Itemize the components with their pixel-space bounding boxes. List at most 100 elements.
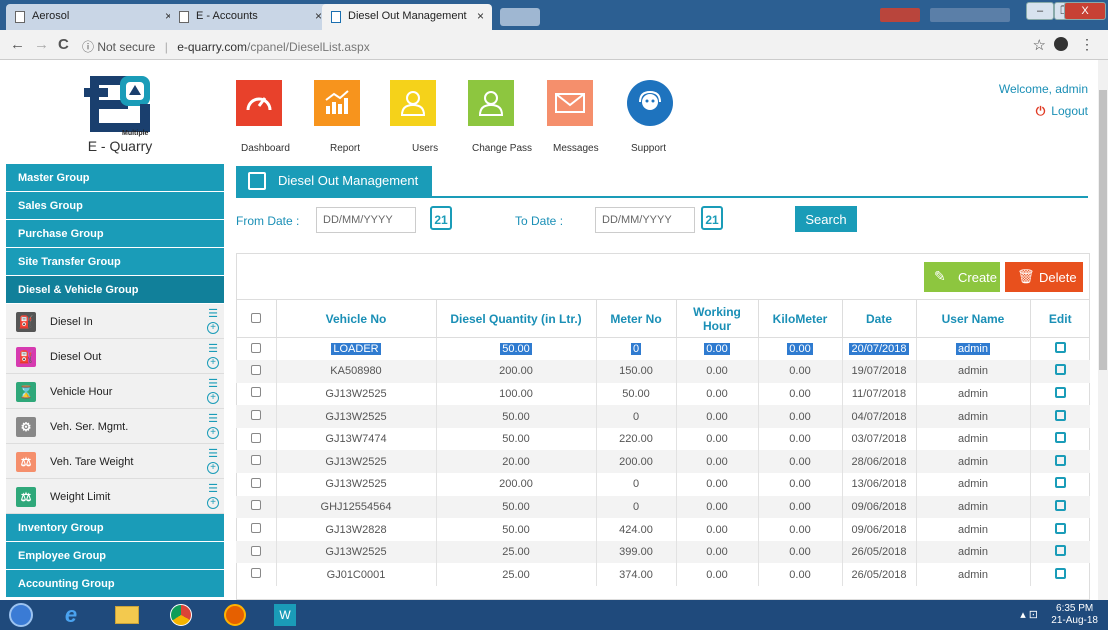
reload-button[interactable]: C <box>58 36 69 53</box>
list-icon[interactable]: ☰ <box>208 482 218 495</box>
table-row[interactable]: GJ13W7474 50.00 220.00 0.00 0.00 03/07/2018 ad… <box>236 427 1090 451</box>
tab-diesel-out[interactable]: Diesel Out Management × <box>322 4 492 30</box>
table-row[interactable]: GJ01C0001 25.00 374.00 0.00 0.00 26/05/2018 ad… <box>236 563 1090 587</box>
sidebar-item-diesel-out[interactable]: ⛽ Diesel Out ☰ + <box>6 339 224 374</box>
edit-icon[interactable] <box>1054 567 1066 579</box>
support-button[interactable] <box>627 80 673 126</box>
tab-e-accounts[interactable]: E - Accounts × <box>170 4 330 30</box>
users-button[interactable] <box>390 80 436 126</box>
row-checkbox[interactable] <box>250 568 261 579</box>
sidebar-item-veh-ser-mgmt[interactable]: ⚙ Veh. Ser. Mgmt. ☰ + <box>6 409 224 444</box>
file-explorer-icon[interactable] <box>104 601 150 629</box>
browser-menu-icon[interactable]: ⋮ <box>1080 36 1094 53</box>
sidebar-group-inventory[interactable]: Inventory Group <box>6 514 224 542</box>
close-icon[interactable]: × <box>477 9 484 23</box>
sidebar-item-veh-tare-weight[interactable]: ⚖ Veh. Tare Weight ☰ + <box>6 444 224 479</box>
add-icon[interactable]: + <box>207 462 219 474</box>
table-row[interactable]: GJ13W2828 50.00 424.00 0.00 0.00 09/06/2018 ad… <box>236 518 1090 541</box>
support-label[interactable]: Support <box>631 143 666 154</box>
scrollbar-thumb[interactable] <box>1099 90 1107 370</box>
list-icon[interactable]: ☰ <box>208 342 218 355</box>
list-icon[interactable]: ☰ <box>208 377 218 390</box>
list-icon[interactable]: ☰ <box>208 307 218 320</box>
dashboard-button[interactable] <box>236 80 282 126</box>
tab-aerosol[interactable]: Aerosol × <box>6 4 180 30</box>
sidebar-group-site-transfer[interactable]: Site Transfer Group <box>6 248 224 276</box>
row-checkbox[interactable] <box>250 432 261 443</box>
edit-icon[interactable] <box>1054 454 1066 466</box>
messages-button[interactable] <box>547 80 593 126</box>
row-checkbox[interactable] <box>250 523 261 534</box>
internet-explorer-icon[interactable]: e <box>48 601 94 629</box>
clock[interactable]: 6:35 PM 21-Aug-18 <box>1051 603 1098 627</box>
sidebar-group-sales[interactable]: Sales Group <box>6 192 224 220</box>
create-button[interactable]: ✎ Create <box>924 262 1000 292</box>
row-checkbox[interactable] <box>250 342 261 353</box>
column-header[interactable]: Diesel Quantity (in Ltr.) <box>435 299 596 338</box>
sidebar-item-vehicle-hour[interactable]: ⌛ Vehicle Hour ☰ + <box>6 374 224 409</box>
sidebar-group-master[interactable]: Master Group <box>6 164 224 192</box>
back-button[interactable]: ← <box>10 36 25 53</box>
row-checkbox[interactable] <box>250 500 261 511</box>
delete-button[interactable]: 🗑 Delete <box>1005 262 1083 292</box>
users-label[interactable]: Users <box>412 143 438 154</box>
table-row[interactable]: GJ13W2525 50.00 0 0.00 0.00 04/07/2018 admin <box>236 405 1090 428</box>
close-icon[interactable]: × <box>315 9 322 23</box>
table-row[interactable]: GHJ12554564 50.00 0 0.00 0.00 09/06/2018 admin <box>236 495 1090 519</box>
edit-icon[interactable] <box>1054 386 1066 398</box>
edit-icon[interactable] <box>1054 522 1066 534</box>
column-header[interactable]: KiloMeter <box>757 299 842 338</box>
row-checkbox[interactable] <box>250 455 261 466</box>
to-date-input[interactable]: DD/MM/YYYY <box>595 207 695 233</box>
add-icon[interactable]: + <box>207 427 219 439</box>
sidebar-group-diesel-vehicle[interactable]: Diesel & Vehicle Group <box>6 276 224 304</box>
add-icon[interactable]: + <box>207 357 219 369</box>
add-icon[interactable]: + <box>207 497 219 509</box>
edit-icon[interactable] <box>1054 477 1066 489</box>
edit-icon[interactable] <box>1054 364 1066 376</box>
new-tab-button[interactable] <box>500 8 540 26</box>
window-close-button[interactable]: X <box>1064 2 1106 20</box>
network-icon[interactable]: ▴ ⊡ <box>1020 608 1038 621</box>
calendar-icon[interactable]: 21 <box>701 206 723 230</box>
table-row[interactable]: GJ13W2525 20.00 200.00 0.00 0.00 28/06/2018 ad… <box>236 450 1090 474</box>
logo[interactable]: Multiple E - Quarry <box>70 74 170 160</box>
edit-icon[interactable] <box>1054 499 1066 511</box>
change-pass-label[interactable]: Change Pass <box>472 143 532 154</box>
column-header[interactable]: Meter No <box>595 299 676 338</box>
select-all-checkbox[interactable] <box>250 312 261 323</box>
sidebar-group-purchase[interactable]: Purchase Group <box>6 220 224 248</box>
sidebar-item-weight-limit[interactable]: ⚖ Weight Limit ☰ + <box>6 479 224 514</box>
sidebar-group-employee[interactable]: Employee Group <box>6 542 224 570</box>
table-row[interactable]: GJ13W2525 25.00 399.00 0.00 0.00 26/05/2018 ad… <box>236 540 1090 564</box>
sidebar-group-accounting[interactable]: Accounting Group <box>6 570 224 598</box>
logout-link[interactable]: ⏻ Logout <box>1036 104 1088 119</box>
row-checkbox[interactable] <box>250 545 261 556</box>
table-row[interactable]: LOADER 50.00 0 0.00 0.00 20/07/2018 admin <box>236 337 1090 361</box>
list-icon[interactable]: ☰ <box>208 447 218 460</box>
minimize-button[interactable]: – <box>1026 2 1054 20</box>
messages-label[interactable]: Messages <box>553 143 599 154</box>
app-icon[interactable]: W <box>262 601 308 629</box>
report-button[interactable] <box>314 80 360 126</box>
add-icon[interactable]: + <box>207 322 219 334</box>
row-checkbox[interactable] <box>250 410 261 421</box>
sidebar-item-diesel-in[interactable]: ⛽ Diesel In ☰ + <box>6 304 224 339</box>
table-row[interactable]: GJ13W2525 100.00 50.00 0.00 0.00 11/07/2018 ad… <box>236 382 1090 406</box>
edit-icon[interactable] <box>1054 409 1066 421</box>
row-checkbox[interactable] <box>250 387 261 398</box>
security-indicator[interactable]: ⓘ Not secure <box>82 40 155 54</box>
row-checkbox[interactable] <box>250 477 261 488</box>
search-button[interactable]: Search <box>795 206 857 232</box>
url-input[interactable]: ⓘ Not secure | e-quarry.com/cpanel/Diese… <box>82 34 1042 56</box>
row-checkbox[interactable] <box>250 364 261 375</box>
edit-icon[interactable] <box>1054 432 1066 444</box>
from-date-input[interactable]: DD/MM/YYYY <box>316 207 416 233</box>
extension-icon[interactable] <box>1054 37 1068 51</box>
forward-button[interactable]: → <box>34 36 49 53</box>
edit-icon[interactable] <box>1054 342 1066 354</box>
column-header[interactable]: Date <box>841 299 916 338</box>
add-icon[interactable]: + <box>207 392 219 404</box>
firefox-icon[interactable] <box>212 601 258 629</box>
dashboard-label[interactable]: Dashboard <box>241 143 290 154</box>
